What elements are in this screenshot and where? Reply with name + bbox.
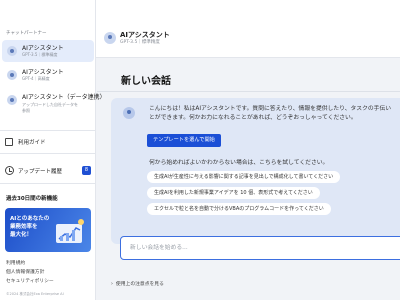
- start-with-template-button[interactable]: テンプレートを選んで開始: [147, 134, 221, 147]
- user-avatar-icon: [104, 32, 116, 44]
- book-icon: [5, 138, 13, 146]
- user-avatar-icon: [7, 46, 17, 56]
- greeting-text: こんにちは！私はAIアシスタントです。質問に答えたり、情報を提供したり、タスクの…: [149, 106, 392, 121]
- message-input[interactable]: [122, 238, 400, 257]
- assistant-avatar-icon: [123, 107, 135, 119]
- chevron-right-icon: ›: [111, 282, 113, 287]
- sidebar-item-subtitle: GPT-4｜高精度: [22, 76, 50, 81]
- suggestion-chip[interactable]: エクセルで粒と名を自動で分けるVBAのプログラムコードを作ってください: [147, 203, 331, 215]
- copyright-text: ©2024 株式会社Exa Enterprise AI: [6, 292, 64, 296]
- message-input-container: [120, 236, 400, 260]
- main-content: 新しい会話 こんにちは！私はAIアシスタントです。質問に答えたり、情報を提供した…: [97, 58, 400, 300]
- hint-text: 何から始めればよいかわからない場合は、こちらを試してください。: [149, 160, 329, 166]
- sidebar-item-subtitle: GPT-3.5｜標準精度: [22, 52, 58, 57]
- divider: [97, 91, 400, 92]
- terms-link[interactable]: 利用規約: [6, 259, 25, 266]
- divider: [0, 130, 96, 131]
- sidebar: チャットパートナー AIアシスタント GPT-3.5｜標準精度 AIアシスタント…: [0, 0, 106, 300]
- new-features-heading: 過去30日間の新機能: [6, 196, 58, 202]
- promo-banner[interactable]: AIとのあなたの 業務効率を 最大化！: [5, 208, 91, 252]
- clock-icon: [5, 166, 14, 175]
- usage-notes-toggle[interactable]: › 使用上の注意点を見る: [111, 280, 164, 287]
- update-history-link[interactable]: アップデート履歴: [18, 167, 62, 175]
- user-avatar-icon: [7, 70, 17, 80]
- divider: [0, 153, 96, 154]
- sidebar-item-assistant-gpt4[interactable]: AIアシスタント GPT-4｜高精度: [2, 66, 94, 88]
- sidebar-item-title: AIアシスタント（データ連携）: [22, 94, 106, 101]
- sidebar-item-subtitle-line1: アップロードした自社データを: [22, 102, 78, 107]
- sidebar-heading: チャットパートナー: [6, 31, 47, 36]
- assistant-message: こんにちは！私はAIアシスタントです。質問に答えたり、情報を提供したり、タスクの…: [111, 98, 400, 244]
- sidebar-item-assistant-data[interactable]: AIアシスタント（データ連携） アップロードした自社データを 参照: [2, 91, 106, 121]
- usage-guide-link[interactable]: 利用ガイド: [18, 138, 46, 146]
- sidebar-item-title: AIアシスタント: [22, 45, 64, 52]
- banner-text: AIとのあなたの 業務効率を 最大化！: [10, 216, 50, 238]
- usage-notes-label: 使用上の注意点を見る: [115, 282, 164, 287]
- update-count-badge: 8: [82, 166, 91, 175]
- page-title: 新しい会話: [121, 76, 171, 87]
- user-avatar-icon: [7, 95, 17, 105]
- divider: [0, 183, 96, 184]
- chart-illustration-icon: [56, 219, 84, 243]
- suggestion-chip[interactable]: 生成AIを利用した新規事業アイデアを 10 個、表形式で考えてください: [147, 187, 320, 199]
- security-policy-link[interactable]: セキュリティポリシー: [6, 277, 54, 284]
- privacy-policy-link[interactable]: 個人情報保護方針: [6, 268, 44, 275]
- sidebar-item-assistant-gpt35[interactable]: AIアシスタント GPT-3.5｜標準精度: [2, 40, 94, 62]
- sidebar-item-subtitle-line2: 参照: [22, 108, 30, 113]
- sidebar-item-title: AIアシスタント: [22, 69, 64, 76]
- header-subtitle: GPT-3.5｜標準精度: [120, 40, 160, 45]
- chat-header: AIアシスタント GPT-3.5｜標準精度: [96, 0, 400, 58]
- suggestion-chip[interactable]: 生成AIが生産性に与える影響に関する記事を見出しで構成化して書いてください: [147, 171, 341, 183]
